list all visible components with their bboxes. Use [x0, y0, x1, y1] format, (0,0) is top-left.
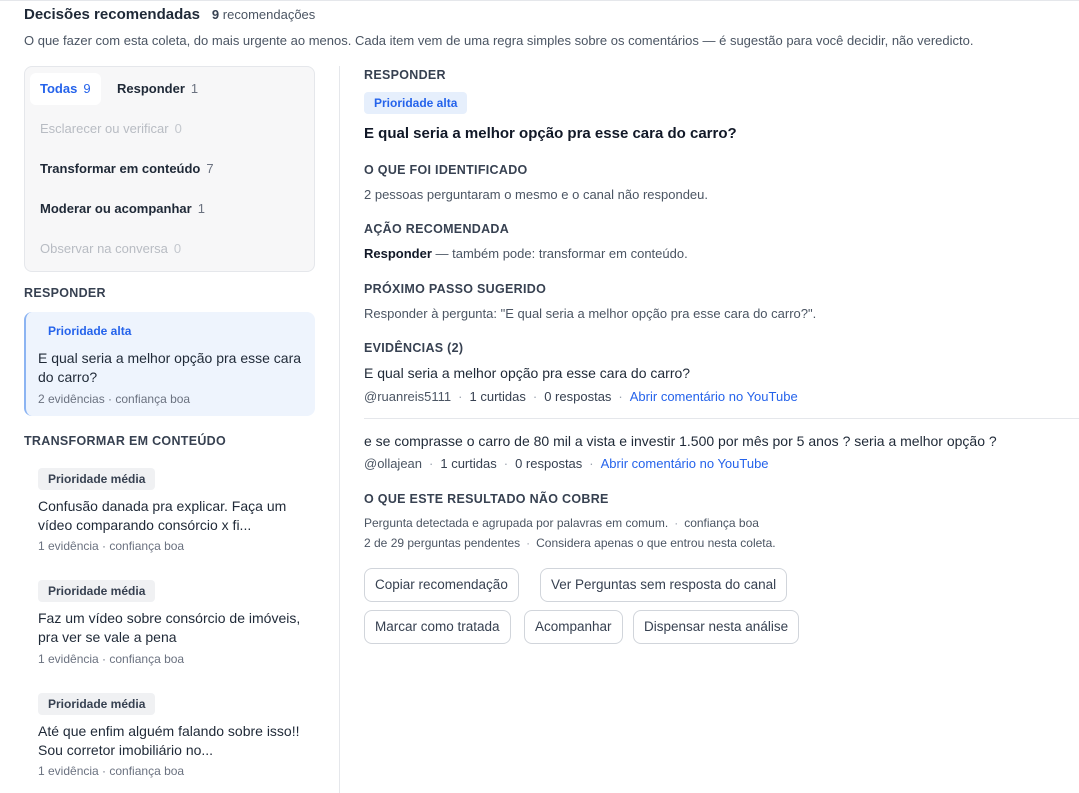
- evidence-text: E qual seria a melhor opção pra esse car…: [364, 365, 691, 381]
- rec-title: Até que enfim alguém falando sobre isso!…: [38, 723, 300, 758]
- top-divider: [0, 0, 1079, 1]
- action-text: Responder — também pode: transformar em …: [364, 246, 688, 261]
- filter-todas[interactable]: Todas 9: [30, 73, 101, 105]
- identified-text: 2 pessoas perguntaram o mesmo e o canal …: [364, 187, 708, 202]
- page-subtitle: O que fazer com esta coleta, do mais urg…: [24, 33, 974, 48]
- coverage-line-2: 2 de 29 perguntas pendentes · Considera ap…: [364, 536, 776, 550]
- detail-title: E qual seria a melhor opção pra esse car…: [364, 125, 737, 142]
- coverage-line-1: Pergunta detectada e agrupada por palavr…: [364, 516, 759, 530]
- rec-title: Confusão danada pra explicar. Faça um ví…: [38, 498, 287, 533]
- filter-responder[interactable]: Responder 1: [107, 73, 208, 105]
- youtube-link[interactable]: Abrir comentário no YouTube: [630, 389, 798, 404]
- action-heading: AÇÃO RECOMENDADA: [364, 222, 510, 236]
- mark-as-done-button[interactable]: Marcar como tratada: [364, 610, 511, 644]
- filter-transformar[interactable]: Transformar em conteúdo 7: [30, 153, 224, 185]
- filter-esclarecer: Esclarecer ou verificar 0: [40, 121, 182, 136]
- next-step-heading: PRÓXIMO PASSO SUGERIDO: [364, 282, 547, 296]
- rec-card[interactable]: Prioridade média Faz um vídeo sobre cons…: [24, 575, 315, 675]
- rec-title: Faz um vídeo sobre consórcio de imóveis,…: [38, 610, 301, 645]
- rec-card[interactable]: Prioridade média Até que enfim alguém fa…: [24, 688, 315, 788]
- priority-badge: Prioridade média: [38, 693, 156, 715]
- section-label-transformar: TRANSFORMAR EM CONTEÚDO: [24, 434, 227, 448]
- section-label-responder: RESPONDER: [24, 286, 106, 300]
- evidence-meta: @ruanreis5111 · 1 curtidas · 0 respostas · Abr…: [364, 389, 798, 404]
- evidence-author: @ruanreis5111: [364, 389, 452, 404]
- coverage-heading: O QUE ESTE RESULTADO NÃO COBRE: [364, 492, 609, 506]
- filter-observar: Observar na conversa 0: [40, 241, 182, 256]
- filter-moderar[interactable]: Moderar ou acompanhar 1: [30, 193, 215, 225]
- follow-button[interactable]: Acompanhar: [524, 610, 623, 644]
- priority-badge: Prioridade alta: [48, 324, 132, 338]
- evidence-text: e se comprasse o carro de 80 mil a vista…: [364, 433, 997, 449]
- youtube-link[interactable]: Abrir comentário no YouTube: [601, 456, 769, 471]
- detail-category: RESPONDER: [364, 68, 446, 82]
- page-title: Decisões recomendadas: [24, 6, 200, 23]
- recommendation-count: 9 recomendações: [211, 7, 316, 22]
- rec-meta: 2 evidências · confiança boa: [38, 392, 191, 406]
- evidence-heading: EVIDÊNCIAS (2): [364, 341, 464, 355]
- view-unanswered-questions-button[interactable]: Ver Perguntas sem resposta do canal: [540, 568, 788, 602]
- column-divider: [339, 66, 340, 793]
- copy-recommendation-button[interactable]: Copiar recomendação: [364, 568, 519, 602]
- priority-badge: Prioridade média: [38, 468, 156, 490]
- detail-priority-badge: Prioridade alta: [364, 92, 468, 114]
- filter-panel: Todas 9 Responder 1 Esclarecer ou verifica…: [24, 66, 315, 272]
- next-step-text: Responder à pergunta: "E qual seria a me…: [364, 306, 817, 321]
- evidence-author: @ollajean: [364, 456, 423, 471]
- rec-card[interactable]: Prioridade média Confusão danada pra exp…: [24, 462, 315, 562]
- rec-meta: 1 evidência · confiança boa: [38, 764, 185, 778]
- identified-heading: O QUE FOI IDENTIFICADO: [364, 163, 528, 177]
- priority-badge: Prioridade média: [38, 580, 156, 602]
- evidence-meta: @ollajean · 1 curtidas · 0 respostas · Abrir c…: [364, 456, 769, 471]
- rec-meta: 1 evidência · confiança boa: [38, 539, 185, 553]
- rec-meta: 1 evidência · confiança boa: [38, 652, 185, 666]
- dismiss-button[interactable]: Dispensar nesta análise: [633, 610, 800, 644]
- rec-title: E qual seria a melhor opção pra esse car…: [38, 350, 302, 385]
- rec-card[interactable]: Prioridade alta E qual seria a melhor op…: [24, 312, 315, 416]
- page-header: Decisões recomendadas 9 recomendações: [24, 6, 315, 23]
- evidence-divider: [364, 418, 1079, 419]
